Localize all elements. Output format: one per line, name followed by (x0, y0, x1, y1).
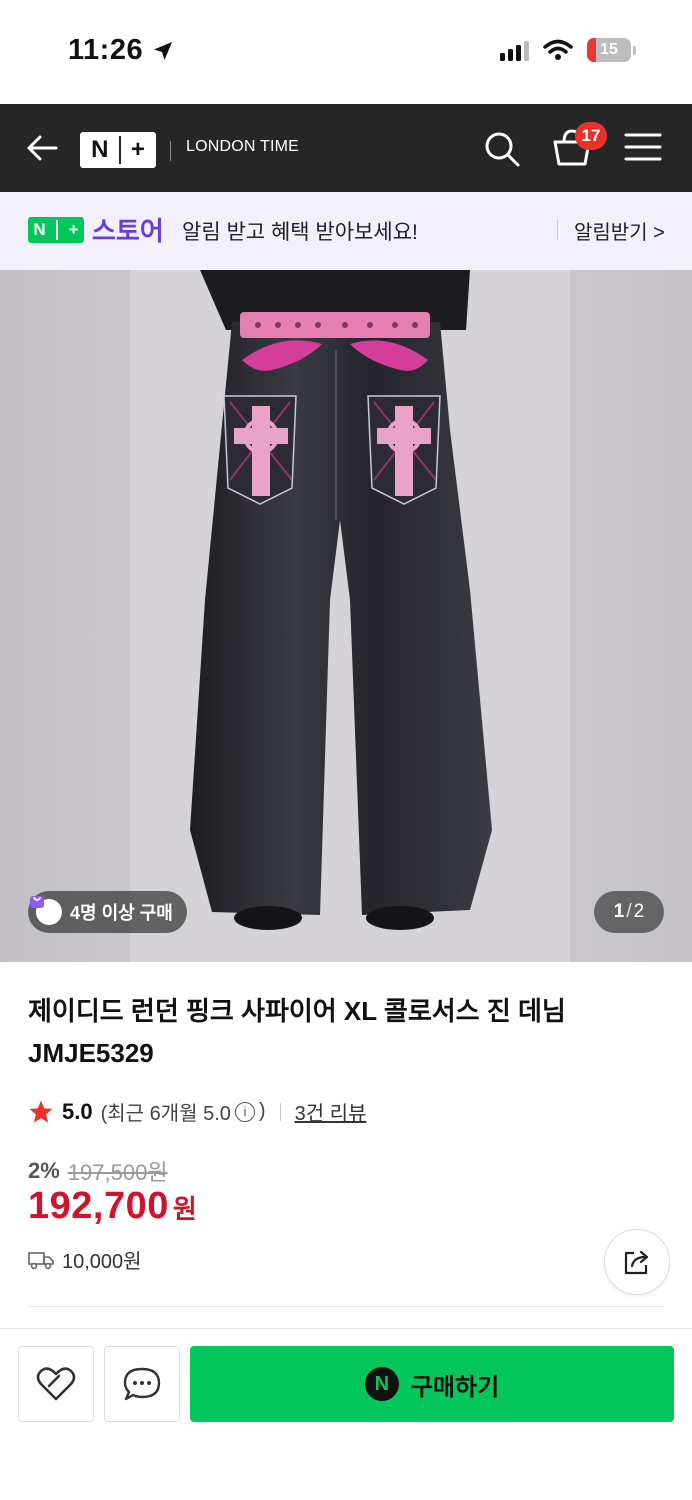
discount-rate: 2% (28, 1158, 60, 1183)
wishlist-button[interactable] (18, 1346, 94, 1422)
rating-recent: (최근 6개월 5.0 i ) (101, 1097, 266, 1126)
image-page-indicator: 1 / 2 (594, 891, 664, 933)
notification-banner[interactable]: N + 스토어 알림 받고 혜택 받아보세요! 알림받기 > (0, 192, 692, 270)
review-link[interactable]: 3건 리뷰 (295, 1097, 367, 1126)
bottom-action-bar: N 구매하기 (0, 1328, 692, 1500)
product-title: 제이디드 런던 핑크 사파이어 XL 콜로서스 진 데님 JMJE5329 (28, 996, 566, 1068)
total-pages: 2 (633, 901, 645, 922)
notice-divider (557, 220, 558, 240)
sale-price-unit: 원 (172, 1194, 197, 1224)
chat-bubble-icon (123, 1367, 161, 1401)
buy-button-label: 구매하기 (410, 1373, 500, 1401)
talk-talk-button[interactable] (104, 1346, 180, 1422)
jeans-illustration (0, 270, 692, 962)
info-divider (28, 1306, 664, 1307)
original-price: 197,500원 (67, 1160, 168, 1185)
shopping-bag-icon (30, 896, 62, 925)
battery-icon: 15 (587, 38, 631, 62)
share-button[interactable] (604, 1229, 670, 1295)
status-time: 11:26 (68, 34, 175, 67)
rating-recent-text: (최근 6개월 5.0 (100, 1103, 231, 1125)
sale-price-value: 192,700 (28, 1185, 169, 1227)
battery-level: 15 (600, 41, 618, 58)
location-arrow-icon (154, 41, 173, 60)
store-word: 스토어 (92, 216, 164, 246)
header-divider (170, 141, 171, 161)
menu-icon[interactable] (624, 132, 662, 162)
rating-score: 5.0 (62, 1098, 93, 1124)
rating-divider (279, 1102, 281, 1121)
cart-count-badge: 17 (575, 122, 607, 150)
subscribe-alerts-button[interactable]: 알림받기 > (574, 216, 665, 245)
shipping-info: 10,000원 (28, 1245, 142, 1274)
discount-row: 2% 197,500원 (28, 1155, 168, 1187)
wifi-icon (543, 39, 573, 60)
delivery-truck-icon (28, 1251, 54, 1269)
info-icon[interactable]: i (234, 1101, 255, 1122)
page-separator: / (626, 901, 632, 922)
shipping-fee: 10,000원 (62, 1251, 142, 1273)
status-indicators: 15 (500, 38, 636, 62)
naver-plus-logo[interactable]: N + (80, 132, 156, 168)
current-page: 1 (613, 901, 625, 922)
status-bar: 11:26 15 (0, 0, 692, 104)
naver-pay-icon: N (364, 1367, 399, 1401)
buyers-count-text: 4명 이상 구매 (70, 903, 173, 923)
buyers-count-badge: 4명 이상 구매 (28, 891, 187, 933)
status-time-text: 11:26 (68, 34, 144, 66)
heart-icon (36, 1367, 76, 1401)
store-logo: N + (28, 217, 84, 243)
notice-message: 알림 받고 혜택 받아보세요! (182, 221, 418, 244)
rating-recent-close: ) (258, 1100, 266, 1122)
sale-price: 192,700 원 (28, 1185, 197, 1228)
rating-row: 5.0 (최근 6개월 5.0 i ) 3건 리뷰 (28, 1097, 366, 1126)
back-arrow-icon[interactable] (22, 128, 62, 168)
shop-name[interactable]: LONDON TIME (186, 138, 299, 156)
signal-icon (500, 39, 529, 61)
star-icon (29, 1100, 53, 1123)
search-icon[interactable] (482, 129, 522, 169)
product-image[interactable]: 4명 이상 구매 1 / 2 (0, 270, 692, 962)
share-icon (624, 1250, 649, 1275)
buy-button[interactable]: N 구매하기 (190, 1346, 674, 1422)
